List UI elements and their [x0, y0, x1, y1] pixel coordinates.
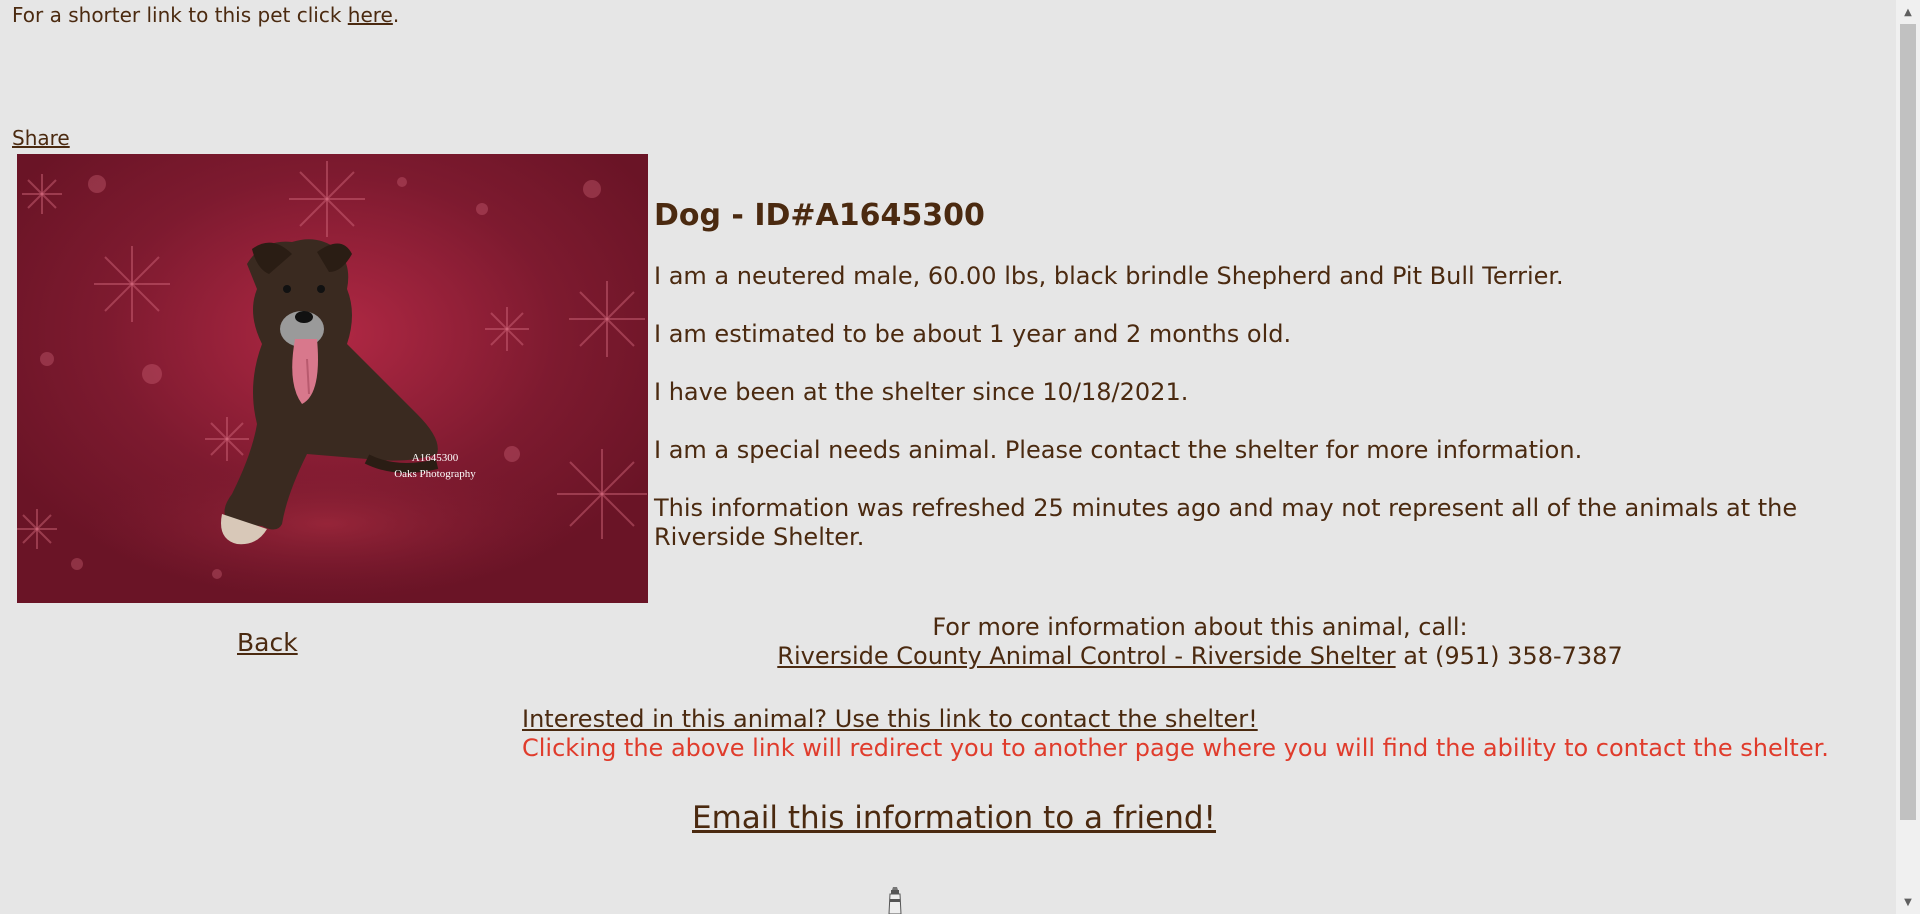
short-link-prefix: For a shorter link to this pet click [12, 3, 348, 27]
call-line: Riverside County Animal Control - Rivers… [654, 642, 1746, 671]
short-link-here[interactable]: here [348, 3, 393, 27]
call-prompt: For more information about this animal, … [932, 613, 1468, 641]
interested-section: Interested in this animal? Use this link… [522, 705, 1829, 763]
pet-photo: A1645300 Oaks Photography [17, 154, 648, 603]
redirect-note: Clicking the above link will redirect yo… [522, 734, 1829, 762]
lighthouse-icon [885, 886, 905, 914]
share-link[interactable]: Share [12, 126, 70, 150]
refresh-note: This information was refreshed 25 minute… [654, 494, 1798, 551]
animal-info: Dog - ID#A1645300 I am a neutered male, … [654, 196, 1854, 581]
photo-caption-id: A1645300 [412, 452, 459, 464]
photo-caption-credit: Oaks Photography [394, 468, 476, 480]
short-link-line: For a shorter link to this pet click her… [12, 3, 399, 27]
back-link[interactable]: Back [237, 628, 298, 657]
vertical-scrollbar[interactable]: ▲ ▼ [1896, 0, 1920, 914]
page: For a shorter link to this pet click her… [0, 0, 1920, 914]
short-link-suffix: . [392, 3, 400, 27]
animal-description: I am a neutered male, 60.00 lbs, black b… [654, 262, 1564, 290]
scroll-thumb[interactable] [1900, 24, 1916, 820]
shelter-link[interactable]: Riverside County Animal Control - Rivers… [777, 642, 1395, 670]
contact-shelter-link[interactable]: Interested in this animal? Use this link… [522, 705, 1258, 733]
animal-title: Dog - ID#A1645300 [654, 198, 985, 233]
animal-special-needs: I am a special needs animal. Please cont… [654, 436, 1583, 464]
email-friend-link[interactable]: Email this information to a friend! [692, 798, 1216, 838]
scroll-down-arrow-icon[interactable]: ▼ [1896, 892, 1920, 912]
scroll-up-arrow-icon[interactable]: ▲ [1896, 2, 1920, 22]
animal-intake-date: I have been at the shelter since 10/18/2… [654, 378, 1189, 406]
shelter-phone: at (951) 358-7387 [1395, 642, 1623, 670]
call-info: For more information about this animal, … [654, 613, 1746, 671]
animal-age: I am estimated to be about 1 year and 2 … [654, 320, 1292, 348]
